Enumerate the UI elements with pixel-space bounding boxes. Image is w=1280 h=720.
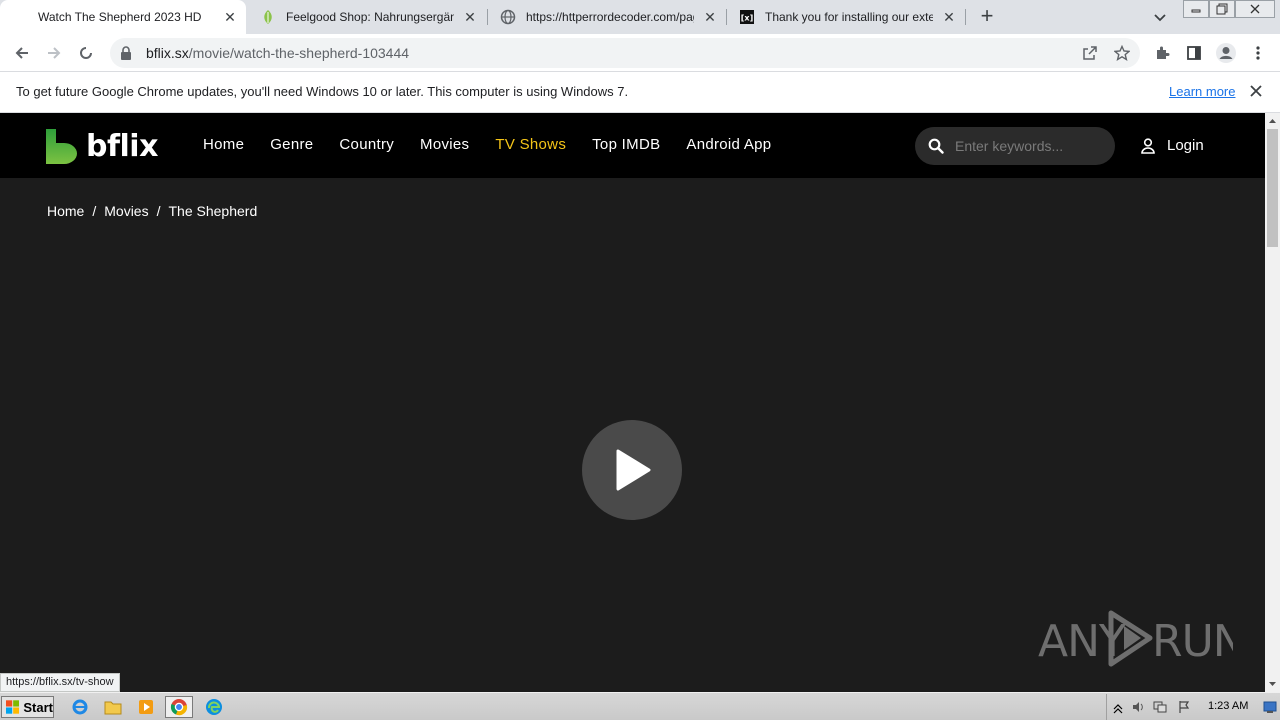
nav-item-tv-shows[interactable]: TV Shows xyxy=(495,136,566,153)
bflix-icon xyxy=(12,9,28,25)
url-host: bflix.sx xyxy=(146,45,189,61)
anyrun-watermark: ANY RUN xyxy=(1038,608,1246,670)
bookmark-star-icon[interactable] xyxy=(1108,40,1136,66)
breadcrumb-movies[interactable]: Movies xyxy=(104,203,148,219)
site-search xyxy=(915,127,1115,165)
search-input[interactable] xyxy=(955,138,1105,154)
breadcrumb: Home / Movies / The Shepherd xyxy=(47,203,257,219)
login-button[interactable]: Login xyxy=(1141,137,1204,154)
close-tab-icon[interactable]: ✕ xyxy=(462,9,478,25)
status-bubble: https://bflix.sx/tv-show xyxy=(0,673,120,692)
scroll-down-icon[interactable] xyxy=(1268,679,1277,688)
tab-search-icon[interactable] xyxy=(1150,8,1170,28)
tab-title: Watch The Shepherd 2023 HD xyxy=(38,10,202,24)
nav-item-home[interactable]: Home xyxy=(203,136,244,153)
tab-divider xyxy=(965,9,966,25)
breadcrumb-current: The Shepherd xyxy=(168,203,258,219)
close-window-icon[interactable] xyxy=(1235,0,1275,18)
svg-text:[x]: [x] xyxy=(741,14,753,23)
nav-item-top-imdb[interactable]: Top IMDB xyxy=(592,136,660,153)
web-page: bflix Home Genre Country Movies TV Shows… xyxy=(0,113,1265,692)
learn-more-link[interactable]: Learn more xyxy=(1169,84,1235,99)
file-explorer-icon[interactable] xyxy=(99,696,127,718)
update-infobar: To get future Google Chrome updates, you… xyxy=(0,72,1280,113)
extensions-puzzle-icon[interactable] xyxy=(1148,40,1176,66)
watermark-text-run: RUN xyxy=(1152,616,1233,667)
tab-0[interactable]: Watch The Shepherd 2023 HD ✕ xyxy=(0,0,246,34)
stop-loading-icon[interactable] xyxy=(72,40,100,66)
show-desktop-icon[interactable] xyxy=(1263,700,1277,714)
edge-icon[interactable] xyxy=(200,696,228,718)
media-player-icon[interactable] xyxy=(132,696,160,718)
profile-avatar-icon[interactable] xyxy=(1212,40,1240,66)
search-icon[interactable] xyxy=(928,138,944,154)
system-tray: 1:23 AM xyxy=(1106,694,1280,720)
infobar-message: To get future Google Chrome updates, you… xyxy=(16,84,629,99)
chrome-menu-icon[interactable] xyxy=(1244,40,1272,66)
tab-title: Feelgood Shop: Nahrungsergänzungsmittel xyxy=(286,10,454,24)
browser-toolbar: bflix.sx/movie/watch-the-shepherd-103444 xyxy=(0,34,1280,72)
breadcrumb-home[interactable]: Home xyxy=(47,203,84,219)
play-button[interactable] xyxy=(582,420,682,520)
forward-icon[interactable] xyxy=(40,40,68,66)
bflix-logo-icon xyxy=(46,128,77,164)
tab-2[interactable]: https://httperrordecoder.com/page/ ✕ xyxy=(488,0,726,34)
internet-explorer-icon[interactable] xyxy=(66,696,94,718)
tab-3[interactable]: [x] Thank you for installing our extensi… xyxy=(727,0,965,34)
vertical-scrollbar[interactable] xyxy=(1265,113,1280,692)
nav-item-movies[interactable]: Movies xyxy=(420,136,469,153)
start-label: Start xyxy=(23,699,53,715)
new-tab-button[interactable]: + xyxy=(976,5,998,28)
windows-logo-icon xyxy=(6,700,20,714)
chrome-taskbar-icon[interactable] xyxy=(165,696,193,718)
network-icon[interactable] xyxy=(1153,700,1167,714)
close-icon[interactable] xyxy=(1248,83,1264,99)
close-tab-icon[interactable]: ✕ xyxy=(222,9,238,25)
restore-icon[interactable] xyxy=(1209,0,1235,18)
share-icon[interactable] xyxy=(1076,40,1104,66)
scrollbar-thumb[interactable] xyxy=(1267,129,1278,247)
action-center-flag-icon[interactable] xyxy=(1177,700,1191,714)
nav-item-country[interactable]: Country xyxy=(339,136,394,153)
url-path: /movie/watch-the-shepherd-103444 xyxy=(188,45,410,61)
login-label: Login xyxy=(1167,137,1204,154)
windows-taskbar: Start 1:23 AM xyxy=(0,692,1280,720)
scroll-up-icon[interactable] xyxy=(1268,117,1277,126)
tab-1[interactable]: Feelgood Shop: Nahrungsergänzungsmittel … xyxy=(248,0,486,34)
leaf-icon xyxy=(260,9,276,25)
tray-expand-icon[interactable] xyxy=(1111,700,1125,714)
minimize-icon[interactable] xyxy=(1183,0,1209,18)
user-icon xyxy=(1141,137,1155,154)
url-text: bflix.sx/movie/watch-the-shepherd-103444 xyxy=(146,45,409,61)
address-bar[interactable]: bflix.sx/movie/watch-the-shepherd-103444 xyxy=(110,38,1140,68)
start-button[interactable]: Start xyxy=(1,696,54,718)
close-tab-icon[interactable]: ✕ xyxy=(941,9,957,25)
nav-item-android-app[interactable]: Android App xyxy=(686,136,771,153)
main-nav: Home Genre Country Movies TV Shows Top I… xyxy=(203,136,797,153)
site-logo[interactable]: bflix xyxy=(46,128,158,164)
play-icon xyxy=(616,449,651,491)
site-header: bflix Home Genre Country Movies TV Shows… xyxy=(0,113,1265,178)
volume-icon[interactable] xyxy=(1131,700,1145,714)
extension-logo-icon: [x] xyxy=(739,9,755,25)
breadcrumb-separator: / xyxy=(92,203,97,219)
logo-text: bflix xyxy=(86,128,158,164)
side-panel-icon[interactable] xyxy=(1180,40,1208,66)
back-icon[interactable] xyxy=(8,40,36,66)
clock[interactable]: 1:23 AM xyxy=(1208,700,1248,712)
globe-icon xyxy=(500,9,516,25)
lock-icon[interactable] xyxy=(120,46,134,60)
breadcrumb-separator: / xyxy=(156,203,161,219)
tab-title: Thank you for installing our extension xyxy=(765,10,933,24)
tab-strip: Watch The Shepherd 2023 HD ✕ Feelgood Sh… xyxy=(0,0,1280,34)
close-tab-icon[interactable]: ✕ xyxy=(702,9,718,25)
tab-title: https://httperrordecoder.com/page/ xyxy=(526,10,694,24)
nav-item-genre[interactable]: Genre xyxy=(270,136,313,153)
